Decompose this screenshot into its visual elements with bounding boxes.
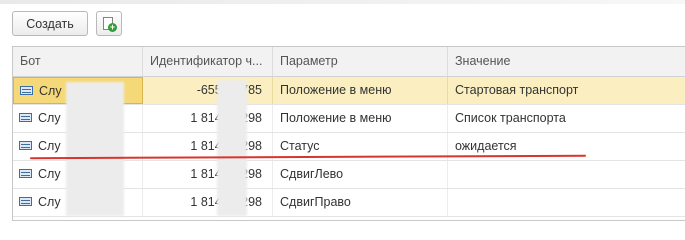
bot-name: Слу [39,84,62,98]
redaction-bot-names [66,82,124,216]
column-header-value[interactable]: Значение [448,47,685,76]
bot-icon [19,197,32,207]
parameter-cell[interactable]: СдвигПраво [273,189,448,216]
bot-icon [19,113,32,123]
bot-name: Слу [38,167,61,181]
bot-icon [19,169,32,179]
document-add-icon: + [103,16,117,32]
column-header-chat-id[interactable]: Идентификатор ч... [143,47,273,76]
chat-id-cell[interactable]: 1 814 🞄🞄🞄 298 [143,189,273,216]
parameter-cell[interactable]: СдвигЛево [273,161,448,188]
bot-icon [19,141,32,151]
redaction-chat-ids [217,80,247,216]
bot-name: Слу [38,195,61,209]
create-button[interactable]: Создать [12,11,88,36]
parameter-cell[interactable]: Положение в меню [273,77,448,104]
chat-id-cell[interactable]: 1 814 🞄🞄🞄 298 [143,161,273,188]
chat-id-cell[interactable]: 1 814 🞄🞄🞄 298 [143,105,273,132]
value-cell[interactable] [448,189,685,216]
bot-name: Слу [38,111,61,125]
table-header: Бот Идентификатор ч... Параметр Значение [13,47,685,77]
value-cell[interactable]: Стартовая транспорт [448,77,685,104]
column-header-parameter[interactable]: Параметр [273,47,448,76]
value-cell[interactable]: Список транспорта [448,105,685,132]
window-top-edge [0,0,685,4]
column-header-bot[interactable]: Бот [13,47,143,76]
add-document-button[interactable]: + [96,11,122,36]
bot-name: Слу [38,139,61,153]
chat-id-cell[interactable]: -655 🞄🞄🞄 785 [143,77,273,104]
bot-icon [20,86,33,96]
value-cell[interactable] [448,161,685,188]
parameter-cell[interactable]: Положение в меню [273,105,448,132]
